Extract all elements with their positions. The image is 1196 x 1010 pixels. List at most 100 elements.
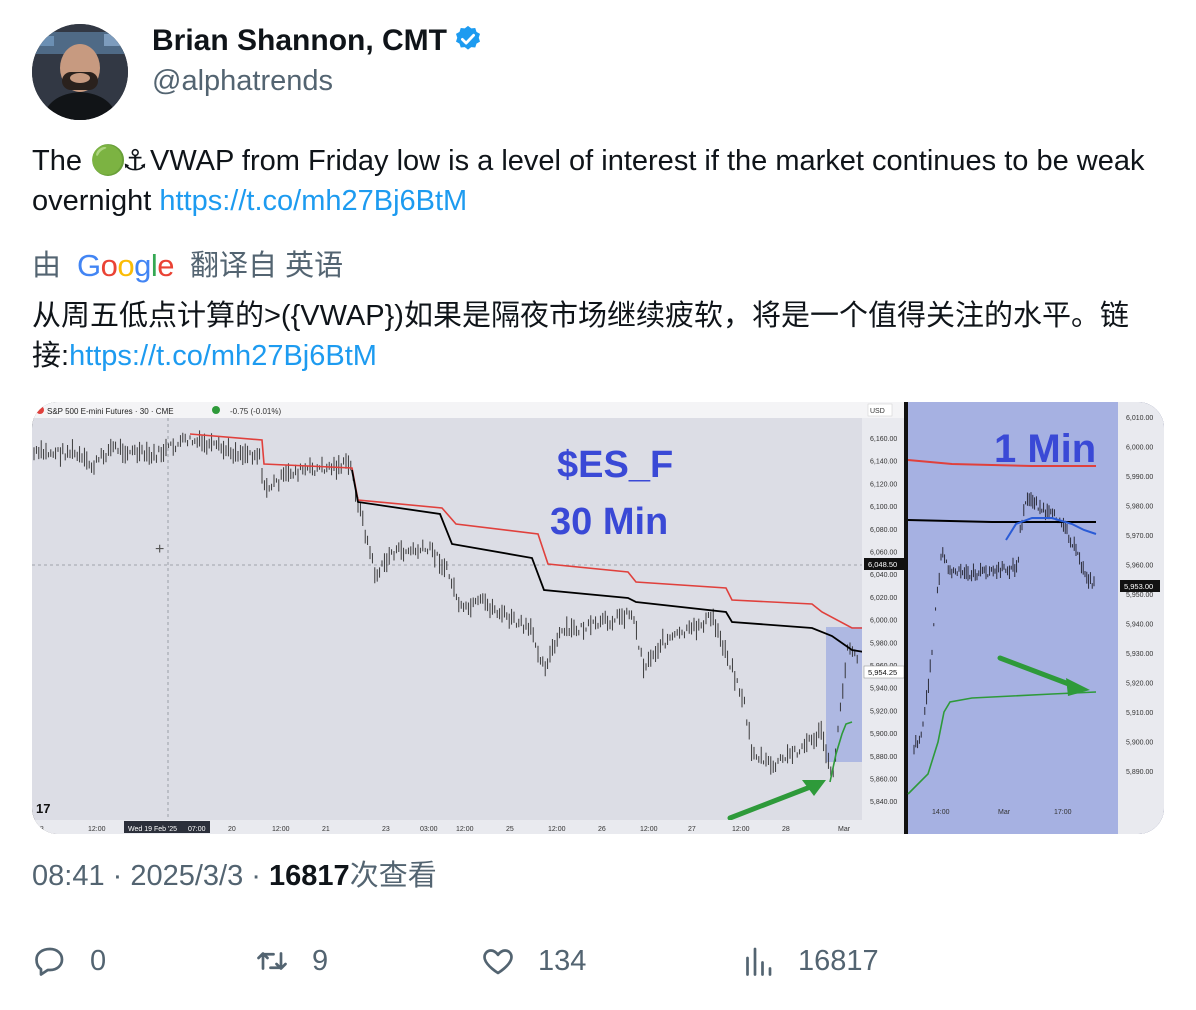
author-name[interactable]: Brian Shannon, CMT [152, 22, 483, 64]
main-time-label: 23 [382, 826, 390, 833]
translated-text: 从周五低点计算的>({VWAP})如果是隔夜市场继续疲软，将是一个值得关注的水平… [32, 296, 1172, 376]
verified-badge-icon [453, 24, 483, 64]
main-axis-tick: 5,880.00 [870, 754, 897, 761]
main-axis-tick: 6,160.00 [870, 436, 897, 443]
like-count: 134 [538, 944, 587, 977]
price-tag-main-text: 6,048.50 [868, 560, 897, 569]
main-axis-tick: 6,100.00 [870, 504, 897, 511]
inset-axis-tick: 5,940.00 [1126, 622, 1153, 629]
main-time-label: 12:00 [88, 826, 106, 833]
tweet-link[interactable]: https://t.co/mh27Bj6BtM [159, 185, 467, 217]
inset-axis-tick: 5,980.00 [1126, 504, 1153, 511]
main-axis-tick: 5,940.00 [870, 686, 897, 693]
header-live-dot [212, 406, 220, 414]
inset-time-label: 14:00 [932, 809, 950, 816]
main-axis-tick: 5,980.00 [870, 640, 897, 647]
inset-axis-tick: 5,920.00 [1126, 681, 1153, 688]
tweet-date[interactable]: 2025/3/3 [130, 860, 243, 892]
main-axis-tick: 5,860.00 [870, 777, 897, 784]
view-count: 16817 [269, 860, 350, 892]
meta-separator: · [104, 860, 131, 892]
reply-count: 0 [90, 944, 107, 977]
translation-suffix: 翻译自 英语 [190, 250, 344, 282]
main-time-label: 18 [36, 826, 44, 833]
tweet-text-part: The [32, 145, 91, 177]
inset-axis-tick: 6,010.00 [1126, 415, 1153, 422]
main-time-label: 07:00 [188, 826, 206, 833]
main-axis-tick: 6,080.00 [870, 527, 897, 534]
inset-axis-tick: 5,960.00 [1126, 563, 1153, 570]
inset-time-label: Mar [998, 809, 1011, 816]
heart-icon [483, 949, 513, 975]
main-time-label: Wed 19 Feb '25 [128, 826, 177, 833]
reply-button[interactable]: 0 [32, 943, 106, 979]
main-time-label: 12:00 [456, 826, 474, 833]
currency-label: USD [870, 408, 885, 415]
bar-chart-icon [746, 947, 772, 976]
translation-prefix: 由 [32, 250, 62, 282]
author-handle[interactable]: @alphatrends [152, 62, 333, 100]
views-count: 16817 [798, 944, 879, 977]
tradingview-logo-icon: 17 [36, 801, 50, 816]
view-count-label: 次查看 [349, 860, 437, 892]
author-name-text: Brian Shannon, CMT [152, 24, 447, 57]
retweet-count: 9 [312, 944, 329, 977]
main-axis-tick: 6,120.00 [870, 481, 897, 488]
chart-header-change: -0.75 (-0.01%) [230, 407, 281, 416]
price-tag-low-text: 5,954.25 [868, 668, 897, 677]
tweet-meta: 08:41 · 2025/3/3 · 16817次查看 [32, 856, 437, 896]
inset-axis-tick: 5,890.00 [1126, 769, 1153, 776]
main-axis-tick: 5,840.00 [870, 799, 897, 806]
main-time-label: Mar [838, 826, 851, 833]
main-axis-tick: 6,040.00 [870, 572, 897, 579]
chart-screenshot: S&P 500 E-mini Futures · 30 · CME -0.75 … [32, 402, 1164, 834]
main-time-label: 26 [598, 826, 606, 833]
main-time-label: 28 [782, 826, 790, 833]
views-button[interactable]: 16817 [740, 943, 879, 979]
meta-separator: · [243, 860, 270, 892]
retweet-button[interactable]: 9 [254, 943, 328, 979]
avatar[interactable] [32, 24, 128, 120]
inset-price-tag-text: 5,953.00 [1124, 582, 1153, 591]
main-time-label: 12:00 [640, 826, 658, 833]
inset-title: 1 Min [994, 427, 1096, 471]
main-time-label: 27 [688, 826, 696, 833]
action-bar: 0 9 134 16817 [0, 943, 1196, 987]
header-status-dot [36, 406, 44, 414]
avatar-photo [32, 24, 128, 120]
inset-axis-tick: 5,990.00 [1126, 474, 1153, 481]
tweet-text: The 🟢⚓VWAP from Friday low is a level of… [32, 141, 1172, 221]
main-axis-tick: 5,900.00 [870, 731, 897, 738]
main-axis-tick: 6,140.00 [870, 459, 897, 466]
tweet-media-image[interactable]: S&P 500 E-mini Futures · 30 · CME -0.75 … [32, 402, 1164, 834]
main-time-label: 20 [228, 826, 236, 833]
main-time-label: 12:00 [732, 826, 750, 833]
reply-icon [35, 947, 64, 976]
main-axis-tick: 5,920.00 [870, 708, 897, 715]
inset-axis-tick: 5,970.00 [1126, 533, 1153, 540]
main-axis-tick: 6,060.00 [870, 550, 897, 557]
main-time-label: 25 [506, 826, 514, 833]
translated-link[interactable]: https://t.co/mh27Bj6BtM [69, 340, 377, 372]
tweet-time[interactable]: 08:41 [32, 860, 105, 892]
like-button[interactable]: 134 [480, 943, 586, 979]
translation-attribution[interactable]: 由 Google 翻译自 英语 [32, 246, 343, 286]
chart-title-interval: 30 Min [550, 501, 668, 543]
crosshair-plus-icon: + [155, 541, 164, 558]
green-circle-icon: 🟢 [90, 145, 127, 177]
inset-axis-tick: 5,930.00 [1126, 651, 1153, 658]
anchor-icon: ⚓ [122, 145, 149, 177]
main-axis-tick: 6,020.00 [870, 595, 897, 602]
main-time-label: 03:00 [420, 826, 438, 833]
google-logo: Google [77, 248, 175, 283]
main-time-label: 12:00 [272, 826, 290, 833]
inset-axis-tick: 5,910.00 [1126, 710, 1153, 717]
inset-axis-tick: 5,900.00 [1126, 740, 1153, 747]
main-time-label: 12:00 [548, 826, 566, 833]
chart-header-title: S&P 500 E-mini Futures · 30 · CME [47, 407, 174, 416]
main-axis-tick: 6,000.00 [870, 618, 897, 625]
chart-title-ticker: $ES_F [557, 444, 673, 486]
inset-axis-tick: 6,000.00 [1126, 445, 1153, 452]
panel-divider [904, 402, 908, 834]
inset-time-label: 17:00 [1054, 809, 1072, 816]
